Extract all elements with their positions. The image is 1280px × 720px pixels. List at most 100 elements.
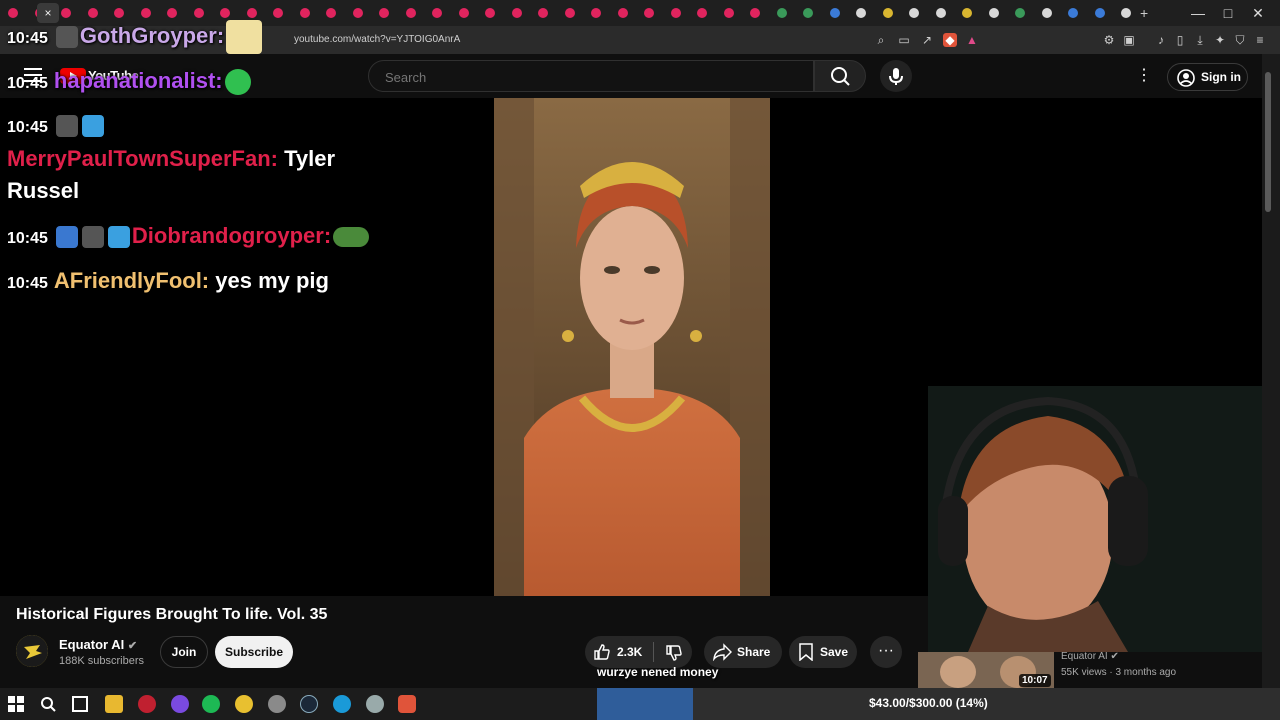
taskbar-search-icon[interactable] (40, 696, 56, 712)
tab-favicon-icon[interactable] (326, 8, 336, 18)
tab-favicon-icon[interactable] (829, 8, 840, 18)
tab-favicon-icon[interactable] (591, 8, 601, 18)
steam-icon[interactable] (300, 695, 318, 713)
tab-favicon-icon[interactable] (882, 8, 893, 18)
brave-icon[interactable] (398, 695, 416, 713)
sign-in-button[interactable]: Sign in (1167, 63, 1248, 91)
scrollbar-thumb[interactable] (1265, 72, 1271, 212)
tab-favicon-icon[interactable] (750, 8, 760, 18)
search-input[interactable] (383, 67, 787, 87)
tab-favicon-icon[interactable] (723, 8, 734, 18)
tab-favicon-icon[interactable] (935, 8, 946, 18)
tab-favicon-icon[interactable] (87, 8, 98, 18)
share-label: Share (737, 645, 771, 659)
channel-avatar[interactable] (16, 635, 48, 667)
app-icon[interactable] (268, 695, 286, 713)
tab-favicon-icon[interactable] (379, 8, 389, 18)
share-page-icon[interactable]: ↗ (920, 33, 934, 47)
search-button[interactable] (814, 60, 866, 92)
join-button[interactable]: Join (160, 636, 208, 668)
spotify-icon[interactable] (202, 695, 220, 713)
chrome-icon[interactable] (235, 695, 253, 713)
tab-favicon-icon[interactable] (962, 8, 972, 18)
tab-favicon-icon[interactable] (803, 8, 813, 18)
subscribe-button[interactable]: Subscribe (215, 636, 293, 668)
app-icon[interactable] (138, 695, 156, 713)
tab-favicon-icon[interactable] (644, 8, 654, 18)
share-button[interactable]: Share (704, 636, 782, 668)
tab-favicon-icon[interactable] (405, 8, 416, 18)
tab-favicon-icon[interactable] (485, 8, 495, 18)
tab-favicon-icon[interactable] (1041, 8, 1052, 18)
tab-favicon-icon[interactable] (273, 8, 283, 18)
tab-favicon-icon[interactable] (352, 8, 363, 18)
leo-icon[interactable]: ✦ (1213, 33, 1227, 47)
tab-favicon-icon[interactable] (140, 8, 151, 18)
sidebar-icon[interactable]: ▯ (1173, 33, 1187, 47)
close-window-button[interactable]: ✕ (1243, 4, 1273, 22)
voice-search-button[interactable] (880, 60, 912, 92)
tab-favicon-icon[interactable] (776, 8, 787, 18)
tab-favicon-icon[interactable] (697, 8, 707, 18)
chat-message: Russel (7, 178, 79, 204)
app-icon[interactable] (366, 695, 384, 713)
maximize-button[interactable]: □ (1213, 4, 1243, 22)
tab-favicon-icon[interactable] (432, 8, 442, 18)
app-icon[interactable] (171, 695, 189, 713)
tab-favicon-icon[interactable] (246, 8, 257, 18)
wallet-icon[interactable]: ▣ (1122, 33, 1136, 47)
chat-badge-icon (81, 226, 104, 249)
chat-text: yes my pig (215, 268, 329, 293)
browser-menu-icon[interactable]: ≡ (1253, 33, 1267, 47)
more-vert-icon[interactable]: ⋮ (1136, 66, 1152, 86)
vpn-icon[interactable]: ⛉ (1233, 33, 1247, 47)
music-icon[interactable]: ♪ (1154, 33, 1168, 47)
chat-message: 10:45 hapanationalist: (7, 68, 253, 96)
chat-text: Tyler (284, 146, 336, 171)
zoom-icon[interactable]: ⌕ (874, 33, 888, 47)
menu-icon[interactable] (24, 68, 42, 82)
save-button[interactable]: Save (789, 636, 857, 668)
tab-favicon-icon[interactable] (1015, 8, 1025, 18)
like-count[interactable]: 2.3K (617, 645, 642, 659)
edge-icon[interactable] (333, 695, 351, 713)
channel-name[interactable]: Equator AI ✔ (59, 637, 137, 652)
hammer-badge-icon (55, 226, 78, 249)
tab-favicon-icon[interactable] (511, 8, 522, 18)
file-explorer-icon[interactable] (105, 695, 123, 713)
brave-rewards-icon[interactable]: ▲ (965, 33, 979, 47)
tab-favicon-icon[interactable] (988, 8, 999, 18)
tab-favicon-icon[interactable] (8, 8, 18, 18)
minimize-button[interactable]: — (1183, 4, 1213, 22)
new-tab-button[interactable]: + (1140, 5, 1148, 21)
tab-favicon-icon[interactable] (564, 8, 575, 18)
recommended-channel[interactable]: Equator AI ✔ (1061, 651, 1119, 662)
tab-favicon-icon[interactable] (458, 8, 469, 18)
tab-favicon-icon[interactable] (114, 8, 124, 18)
tab-favicon-icon[interactable] (909, 8, 919, 18)
windows-start-icon[interactable] (8, 696, 24, 712)
cast-icon[interactable]: ▭ (897, 33, 911, 47)
dislike-icon[interactable] (665, 644, 683, 662)
tab-favicon-icon[interactable] (538, 8, 548, 18)
tab-favicon-icon[interactable] (617, 8, 628, 18)
download-icon[interactable]: ⤓ (1193, 33, 1207, 47)
tab-favicon-icon[interactable] (856, 8, 866, 18)
search-box[interactable] (368, 60, 814, 92)
tab-favicon-icon[interactable] (299, 8, 310, 18)
tab-favicon-icon[interactable] (61, 8, 71, 18)
extension-icon[interactable]: ⚙ (1102, 33, 1116, 47)
tab-favicon-icon[interactable] (670, 8, 681, 18)
sign-in-label: Sign in (1201, 70, 1241, 84)
more-actions-button[interactable]: ··· (870, 636, 902, 668)
tab-favicon-icon[interactable] (1068, 8, 1078, 18)
tab-favicon-icon[interactable] (167, 8, 177, 18)
task-view-icon[interactable] (72, 696, 88, 712)
like-icon[interactable] (593, 643, 611, 661)
tab-favicon-icon[interactable] (193, 8, 204, 18)
url-field[interactable]: youtube.com/watch?v=YJTOIG0AnrA (294, 34, 460, 45)
tab-favicon-icon[interactable] (1094, 8, 1105, 18)
brave-shield-icon[interactable]: ◆ (943, 33, 957, 47)
tab-favicon-icon[interactable] (220, 8, 230, 18)
tab-favicon-icon[interactable] (1121, 8, 1131, 18)
